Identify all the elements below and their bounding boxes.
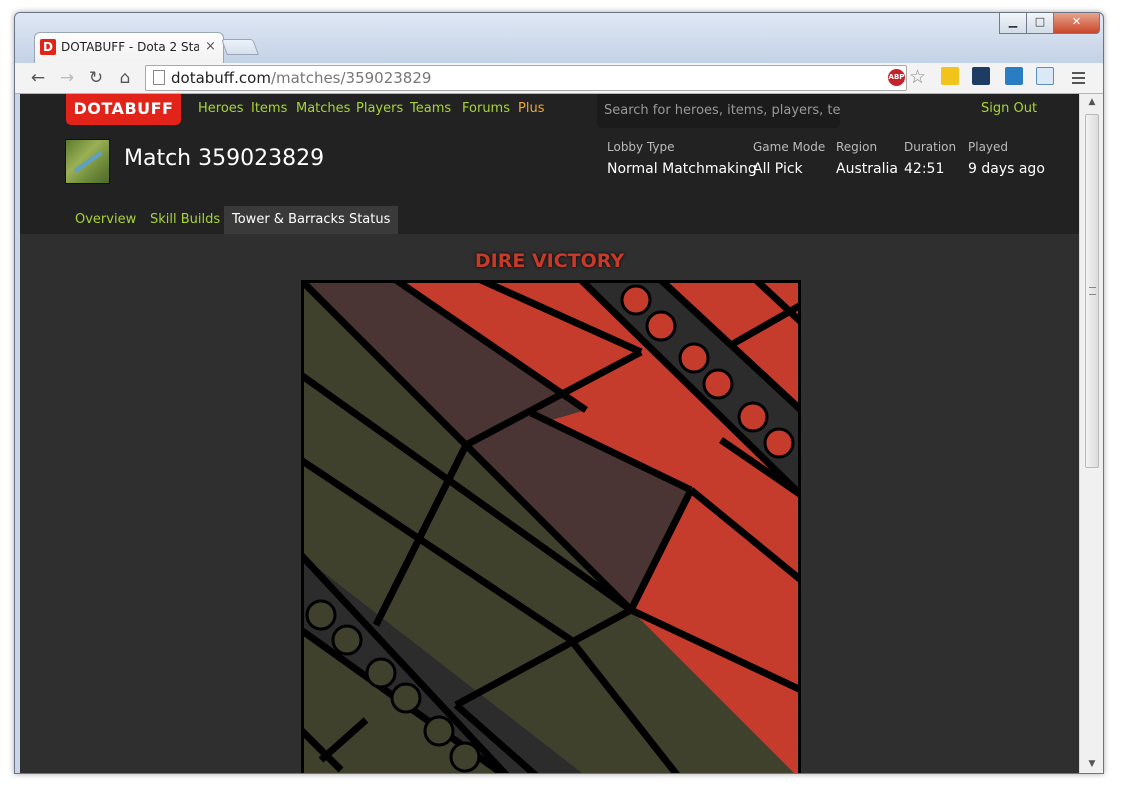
nav-teams[interactable]: Teams bbox=[410, 101, 451, 116]
address-bar[interactable]: dotabuff.com/matches/359023829 ABP ☆ bbox=[145, 65, 926, 91]
scroll-thumb[interactable] bbox=[1085, 114, 1099, 468]
browser-window: D DOTABUFF - Dota 2 Stats × ▁ □ ✕ ← → ↻ … bbox=[14, 12, 1104, 774]
game-mode-label: Game Mode bbox=[753, 140, 826, 154]
match-result: DIRE VICTORY bbox=[474, 250, 625, 272]
browser-tab[interactable]: D DOTABUFF - Dota 2 Stats × bbox=[34, 32, 224, 64]
dotabuff-favicon-icon: D bbox=[40, 39, 56, 55]
dotabuff-logo[interactable]: DOTABUFF bbox=[66, 94, 181, 125]
menu-icon[interactable] bbox=[1072, 72, 1085, 87]
duration-label: Duration bbox=[904, 140, 957, 154]
radiant-barracks-circle bbox=[305, 599, 337, 631]
vertical-scrollbar[interactable]: ▲ ▼ bbox=[1079, 94, 1103, 773]
steam-extension-icon[interactable] bbox=[972, 67, 990, 85]
dire-barracks-circle bbox=[678, 342, 710, 374]
game-mode-value: All Pick bbox=[753, 161, 803, 177]
back-button[interactable]: ← bbox=[27, 67, 49, 89]
nav-items[interactable]: Items bbox=[251, 101, 287, 116]
url-host: dotabuff.com bbox=[171, 69, 271, 87]
map-thumbnail bbox=[65, 139, 110, 184]
page-icon bbox=[153, 70, 165, 85]
scroll-grip bbox=[1089, 287, 1096, 295]
nav-forums[interactable]: Forums bbox=[462, 101, 510, 116]
new-tab-button[interactable] bbox=[221, 39, 259, 55]
tab-overview[interactable]: Overview bbox=[67, 206, 144, 234]
nav-plus[interactable]: Plus bbox=[518, 101, 544, 116]
search-input[interactable]: Search for heroes, items, players, teams bbox=[597, 94, 840, 128]
nav-players[interactable]: Players bbox=[356, 101, 403, 116]
dire-barracks-circle bbox=[763, 427, 795, 459]
duration-value: 42:51 bbox=[904, 161, 945, 177]
dire-barracks-circle bbox=[702, 368, 734, 400]
tab-close-icon[interactable]: × bbox=[205, 39, 216, 54]
minimize-button[interactable]: ▁ bbox=[999, 13, 1027, 34]
nav-matches[interactable]: Matches bbox=[296, 101, 350, 116]
dire-barracks-circle bbox=[645, 310, 677, 342]
radiant-barracks-circle bbox=[390, 682, 422, 714]
dire-barracks-circle bbox=[737, 401, 769, 433]
dire-barracks-circle bbox=[620, 284, 652, 316]
tab-title: DOTABUFF - Dota 2 Stats bbox=[61, 40, 199, 54]
radiant-barracks-circle bbox=[365, 657, 397, 689]
bookmark-star-icon[interactable]: ☆ bbox=[909, 66, 926, 88]
region-value: Australia bbox=[836, 161, 898, 177]
scroll-up-arrow[interactable]: ▲ bbox=[1080, 94, 1103, 111]
smiley-extension-icon[interactable] bbox=[941, 67, 959, 85]
played-label: Played bbox=[968, 140, 1009, 154]
played-value: 9 days ago bbox=[968, 161, 1045, 177]
home-button[interactable]: ⌂ bbox=[114, 67, 136, 89]
nav-heroes[interactable]: Heroes bbox=[198, 101, 244, 116]
title-bar: D DOTABUFF - Dota 2 Stats × ▁ □ ✕ bbox=[15, 13, 1103, 64]
url-path: /matches/359023829 bbox=[270, 69, 432, 87]
ie-tab-extension-icon[interactable] bbox=[1036, 67, 1054, 85]
adblock-icon[interactable]: ABP bbox=[888, 69, 905, 86]
sign-out-link[interactable]: Sign Out bbox=[981, 101, 1037, 116]
page-viewport: DOTABUFF Heroes Items Matches Players Te… bbox=[20, 94, 1079, 773]
reload-button[interactable]: ↻ bbox=[85, 67, 107, 89]
radiant-barracks-circle bbox=[331, 624, 363, 656]
site-header: DOTABUFF Heroes Items Matches Players Te… bbox=[20, 94, 1079, 234]
maximize-button[interactable]: □ bbox=[1026, 13, 1054, 34]
radiant-barracks-circle bbox=[449, 741, 481, 773]
forward-button[interactable]: → bbox=[56, 67, 78, 89]
tower-barracks-minimap bbox=[301, 280, 801, 773]
scroll-down-arrow[interactable]: ▼ bbox=[1080, 756, 1103, 773]
radiant-barracks-circle bbox=[423, 715, 455, 747]
match-title: Match 359023829 bbox=[124, 146, 325, 171]
browser-toolbar: ← → ↻ ⌂ dotabuff.com/matches/359023829 A… bbox=[15, 63, 1103, 94]
tab-skill-builds[interactable]: Skill Builds bbox=[142, 206, 228, 234]
lobby-type-value: Normal Matchmaking bbox=[607, 161, 757, 177]
region-label: Region bbox=[836, 140, 878, 154]
url-text: dotabuff.com/matches/359023829 bbox=[171, 69, 431, 87]
lobby-type-label: Lobby Type bbox=[607, 140, 675, 154]
s-extension-icon[interactable] bbox=[1005, 67, 1023, 85]
close-window-button[interactable]: ✕ bbox=[1053, 13, 1100, 34]
tab-tower-barracks-status[interactable]: Tower & Barracks Status bbox=[224, 206, 399, 234]
